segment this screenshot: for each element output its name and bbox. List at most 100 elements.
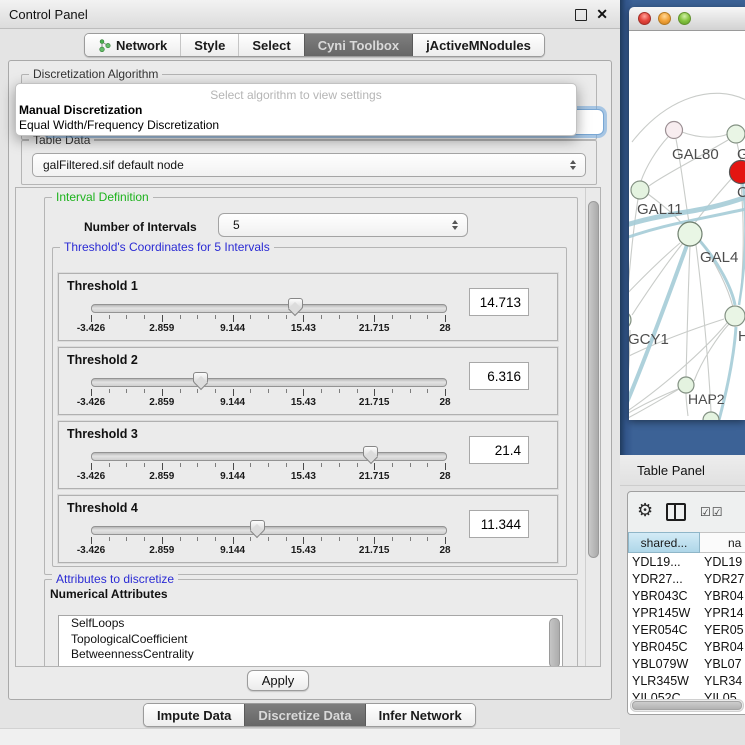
tick-label: -3.426 — [77, 471, 105, 482]
tick-mark — [91, 537, 92, 544]
slider-ticks — [91, 463, 445, 471]
tick-mark — [374, 389, 375, 396]
tick-mark — [109, 537, 110, 541]
table-row[interactable]: YDL19...YDL19 — [628, 553, 745, 570]
threshold-slider-thumb[interactable] — [250, 520, 265, 531]
table-cell-name: YBR04 — [702, 640, 745, 654]
threshold-label: Threshold 4 — [67, 501, 138, 515]
attribute-list-item[interactable]: SelfLoops — [59, 616, 562, 632]
network-node[interactable] — [730, 161, 745, 184]
checkboxes-icon[interactable]: ☑☑ — [700, 505, 724, 519]
tick-mark — [215, 315, 216, 319]
network-node[interactable] — [703, 412, 719, 420]
numerical-attributes-list[interactable]: SelfLoopsTopologicalCoefficientBetweenne… — [58, 615, 563, 667]
threshold-value-field[interactable]: 11.344 — [469, 510, 529, 538]
tick-mark — [410, 389, 411, 393]
attributes-list-scrollbar[interactable] — [549, 618, 560, 667]
tick-mark — [91, 463, 92, 470]
tick-mark — [268, 463, 269, 467]
attribute-list-item[interactable]: BetweennessCentrality — [59, 647, 562, 663]
network-edge[interactable] — [629, 243, 680, 300]
tab-impute-data[interactable]: Impute Data — [144, 704, 244, 726]
tick-mark — [197, 463, 198, 467]
table-row[interactable]: YBR043CYBR04 — [628, 587, 745, 604]
table-hscrollbar-thumb[interactable] — [632, 701, 742, 710]
threshold-slider-track[interactable] — [91, 452, 447, 461]
table-row[interactable]: YPR145WYPR14 — [628, 604, 745, 621]
tab-select[interactable]: Select — [238, 34, 303, 56]
table-cell-shared-name: YER054C — [628, 623, 702, 637]
algorithm-combo-placeholder: Select algorithm to view settings — [16, 88, 576, 103]
network-icon — [98, 39, 111, 52]
table-horizontal-scrollbar[interactable] — [630, 699, 744, 712]
settings-scrollbar-thumb[interactable] — [588, 201, 599, 558]
tab-infer-network[interactable]: Infer Network — [365, 704, 475, 726]
tick-mark — [286, 315, 287, 319]
network-edge[interactable] — [641, 137, 668, 181]
table-row[interactable]: YDR27...YDR27 — [628, 570, 745, 587]
network-edge[interactable] — [686, 246, 690, 377]
network-node[interactable] — [666, 122, 683, 139]
tab-network[interactable]: Network — [85, 34, 180, 56]
network-edge[interactable] — [696, 245, 711, 412]
tick-mark — [197, 315, 198, 319]
minimize-traffic-light-icon[interactable] — [658, 12, 671, 25]
float-window-icon[interactable] — [575, 9, 587, 21]
settings-vertical-scrollbar[interactable] — [585, 188, 600, 666]
tick-mark — [180, 315, 181, 319]
tab-jactivemnodules[interactable]: jActiveMNodules — [412, 34, 544, 56]
tab-style[interactable]: Style — [180, 34, 238, 56]
threshold-slider-track[interactable] — [91, 378, 447, 387]
tab-discretize-data[interactable]: Discretize Data — [244, 704, 364, 726]
tab-label: Cyni Toolbox — [318, 38, 399, 53]
gear-icon[interactable]: ⚙ — [637, 500, 653, 520]
network-node[interactable] — [629, 311, 631, 329]
algorithm-popup-item[interactable]: Equal Width/Frequency Discretization — [16, 118, 576, 133]
network-edge[interactable] — [682, 132, 728, 137]
tab-cyni-toolbox[interactable]: Cyni Toolbox — [304, 34, 412, 56]
slider-ticks — [91, 537, 445, 545]
slider-ticks — [91, 315, 445, 323]
tick-mark — [445, 463, 446, 470]
threshold-value-field[interactable]: 14.713 — [469, 288, 529, 316]
threshold-slider-track[interactable] — [91, 526, 447, 535]
bottom-tab-bar: Impute DataDiscretize DataInfer Network — [143, 703, 476, 727]
tick-mark — [427, 389, 428, 393]
network-canvas[interactable]: GAL80GAGAL11CGAL4GCY1HHAP2 — [629, 31, 745, 420]
threshold-value-field[interactable]: 6.316 — [469, 362, 529, 390]
table-row[interactable]: YER054CYER05 — [628, 621, 745, 638]
table-header-shared-name[interactable]: shared... — [628, 532, 700, 553]
algorithm-popup-item[interactable]: Manual Discretization — [16, 103, 576, 118]
close-icon[interactable]: ✕ — [596, 5, 608, 23]
zoom-traffic-light-icon[interactable] — [678, 12, 691, 25]
tab-label: Style — [194, 38, 225, 53]
network-edge[interactable] — [629, 389, 678, 417]
thresholds-group-title: Threshold's Coordinates for 5 Intervals — [60, 240, 274, 254]
network-node[interactable] — [631, 181, 649, 199]
close-traffic-light-icon[interactable] — [638, 12, 651, 25]
tick-mark — [233, 389, 234, 396]
table-row[interactable]: YBR045CYBR04 — [628, 638, 745, 655]
tick-mark — [427, 315, 428, 319]
table-row[interactable]: YLR345WYLR34 — [628, 672, 745, 689]
table-header-name[interactable]: na — [700, 532, 745, 553]
tick-mark — [268, 315, 269, 319]
threshold-slider-thumb[interactable] — [288, 298, 303, 309]
threshold-slider-thumb[interactable] — [193, 372, 208, 383]
attribute-list-item[interactable]: TopologicalCoefficient — [59, 632, 562, 648]
network-node[interactable] — [725, 306, 745, 326]
table-data-combobox[interactable]: galFiltered.sif default node — [32, 153, 586, 177]
network-node[interactable] — [678, 222, 702, 246]
threshold-slider-thumb[interactable] — [363, 446, 378, 457]
columns-icon[interactable] — [666, 503, 686, 521]
threshold-value-field[interactable]: 21.4 — [469, 436, 529, 464]
apply-button[interactable]: Apply — [247, 670, 309, 691]
network-node[interactable] — [727, 125, 745, 143]
tick-mark — [197, 389, 198, 393]
threshold-slider-track[interactable] — [91, 304, 447, 313]
tick-mark — [410, 463, 411, 467]
table-panel-title: Table Panel — [637, 463, 705, 478]
number-of-intervals-spinner[interactable]: 5 — [218, 213, 468, 237]
tick-mark — [392, 463, 393, 467]
table-row[interactable]: YBL079WYBL07 — [628, 655, 745, 672]
